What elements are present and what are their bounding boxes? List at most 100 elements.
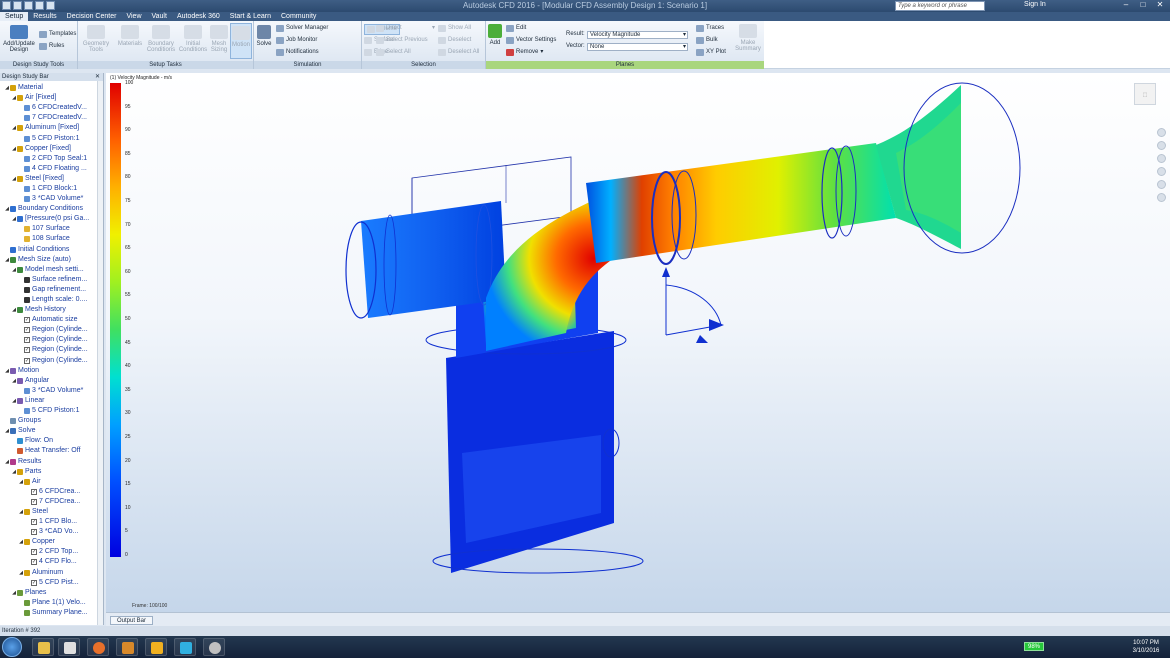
add-plane-button[interactable]: Add	[487, 24, 503, 46]
tree-item[interactable]: ✓ Region (Cylinde...	[0, 356, 98, 366]
close-icon[interactable]: ✕	[95, 73, 100, 81]
zoom-icon[interactable]	[1157, 141, 1166, 150]
open-icon[interactable]	[13, 1, 22, 10]
taskbar-explorer[interactable]	[32, 638, 54, 656]
tree-item[interactable]: ◢ Motion	[0, 366, 98, 376]
tree-item[interactable]: Gap refinement...	[0, 285, 98, 295]
tree-item[interactable]: ◢ Mesh History	[0, 305, 98, 315]
xy-plot-button[interactable]: XY Plot	[696, 48, 726, 57]
checkbox[interactable]: ✓	[31, 498, 37, 505]
tree-item[interactable]: ◢ Boundary Conditions	[0, 204, 98, 214]
tree-item[interactable]: ◢ Results	[0, 456, 98, 466]
tree-item[interactable]: Surface refinem...	[0, 275, 98, 285]
make-summary-button[interactable]: Make Summary	[734, 24, 762, 52]
tree-item[interactable]: 5 CFD Piston:1	[0, 133, 98, 143]
geometry-tools-button[interactable]: Geometry Tools	[81, 25, 111, 53]
tab-vault[interactable]: Vault	[147, 12, 172, 21]
look-icon[interactable]	[1157, 167, 1166, 176]
bulk-button[interactable]: Bulk	[696, 36, 718, 45]
edit-plane-button[interactable]: Edit	[506, 24, 526, 33]
tree-item[interactable]: ◢ Angular	[0, 376, 98, 386]
checkbox[interactable]: ✓	[24, 317, 30, 324]
rules-button[interactable]: Rules	[39, 42, 64, 51]
tree-item[interactable]: ✓ 3 *CAD Vo...	[0, 527, 98, 537]
checkbox[interactable]: ✓	[31, 488, 37, 495]
tree-item[interactable]: ✓ 4 CFD Flo...	[0, 557, 98, 567]
selection-mode-dropdown[interactable]: Direct ▾	[376, 24, 435, 33]
panel-label[interactable]: Simulation	[254, 61, 361, 69]
taskbar-media[interactable]	[58, 638, 80, 656]
tree-item[interactable]: ✓ 1 CFD Blo...	[0, 517, 98, 527]
tree-item[interactable]: ◢ Air [Fixed]	[0, 93, 98, 103]
tree-item[interactable]: ◢ Steel	[0, 507, 98, 517]
tree-item[interactable]: 7 CFDCreatedV...	[0, 113, 98, 123]
save-icon[interactable]	[24, 1, 33, 10]
tab-community[interactable]: Community	[276, 12, 321, 21]
pan-icon[interactable]	[1157, 128, 1166, 137]
tree-item[interactable]: ◢ Aluminum	[0, 568, 98, 578]
tree-item[interactable]: ◢ Parts	[0, 467, 98, 477]
tab-autodesk-360[interactable]: Autodesk 360	[172, 12, 225, 21]
tab-setup[interactable]: Setup	[0, 12, 29, 21]
tree-item[interactable]: 6 CFDCreatedV...	[0, 103, 98, 113]
solver-manager-button[interactable]: Solver Manager	[276, 24, 328, 33]
close-icon[interactable]: ✕	[1153, 0, 1167, 10]
vector-select[interactable]: None	[587, 43, 688, 51]
tree-item[interactable]: ✓ Region (Cylinde...	[0, 345, 98, 355]
tab-start-learn[interactable]: Start & Learn	[225, 12, 276, 21]
job-monitor-button[interactable]: Job Monitor	[276, 36, 317, 45]
tree-item[interactable]: 1 CFD Block:1	[0, 184, 98, 194]
tree-item[interactable]: 108 Surface	[0, 234, 98, 244]
undo-icon[interactable]	[35, 1, 44, 10]
tree-item[interactable]: Plane 1(1) Velo...	[0, 598, 98, 608]
materials-button[interactable]: Materials	[115, 25, 145, 47]
tree-item[interactable]: ✓ 2 CFD Top...	[0, 547, 98, 557]
maximize-icon[interactable]: □	[1136, 0, 1150, 10]
tree-item[interactable]: ✓ 7 CFDCrea...	[0, 497, 98, 507]
start-button[interactable]	[2, 637, 22, 657]
taskbar-firefox[interactable]	[87, 638, 109, 656]
tree-item[interactable]: ◢ Material	[0, 83, 98, 93]
select-all-button[interactable]: Select All	[376, 48, 411, 57]
checkbox[interactable]: ✓	[31, 579, 37, 586]
tree-item[interactable]: ◢ Aluminum [Fixed]	[0, 123, 98, 133]
panel-label[interactable]: Planes	[486, 61, 764, 69]
boundary-conditions-button[interactable]: Boundary Conditions	[145, 25, 177, 53]
tree-item[interactable]: Length scale: 0....	[0, 295, 98, 305]
view-cube[interactable]: ⬚	[1134, 83, 1156, 105]
tree-item[interactable]: Heat Transfer: Off	[0, 446, 98, 456]
deselect-button[interactable]: Deselect	[438, 36, 471, 45]
new-icon[interactable]	[2, 1, 11, 10]
tree-item[interactable]: ◢ Air	[0, 477, 98, 487]
remove-plane-button[interactable]: Remove ▾	[506, 48, 543, 57]
notifications-button[interactable]: Notifications	[276, 48, 319, 57]
checkbox[interactable]: ✓	[24, 357, 30, 364]
tree-item[interactable]: ◢ Linear	[0, 396, 98, 406]
tree-item[interactable]: 5 CFD Piston:1	[0, 406, 98, 416]
tree-item[interactable]: ✓ 6 CFDCrea...	[0, 487, 98, 497]
scrollbar[interactable]	[97, 81, 103, 625]
tree-item[interactable]: 107 Surface	[0, 224, 98, 234]
tree-item[interactable]: ◢ Model mesh setti...	[0, 265, 98, 275]
tree-item[interactable]: ◢ Steel [Fixed]	[0, 174, 98, 184]
system-clock[interactable]: 10:07 PM 3/10/2016	[1128, 639, 1164, 655]
tree-item[interactable]: ✓ 5 CFD Pist...	[0, 578, 98, 588]
checkbox[interactable]: ✓	[24, 347, 30, 354]
model-viewport[interactable]: (1) Velocity Magnitude - m/s 100 95 90 85 80…	[106, 73, 1170, 612]
tree-item[interactable]: 4 CFD Floating ...	[0, 164, 98, 174]
select-previous-button[interactable]: Select Previous	[376, 36, 428, 45]
tree-item[interactable]: ◢ [Pressure(0 psi Ga...	[0, 214, 98, 224]
tree-item[interactable]: ◢ Copper [Fixed]	[0, 144, 98, 154]
tab-decision-center[interactable]: Decision Center	[62, 12, 122, 21]
checkbox[interactable]: ✓	[31, 549, 37, 556]
templates-button[interactable]: Templates	[39, 30, 76, 39]
tree-item[interactable]: ✓ Region (Cylinde...	[0, 325, 98, 335]
checkbox[interactable]: ✓	[31, 559, 37, 566]
fit-all-icon[interactable]	[1157, 180, 1166, 189]
battery-indicator[interactable]: 98%	[1024, 642, 1044, 651]
tree-item[interactable]: Flow: On	[0, 436, 98, 446]
redo-icon[interactable]	[46, 1, 55, 10]
checkbox[interactable]: ✓	[31, 519, 37, 526]
taskbar-app[interactable]	[116, 638, 138, 656]
tree-item[interactable]: Initial Conditions	[0, 245, 98, 255]
